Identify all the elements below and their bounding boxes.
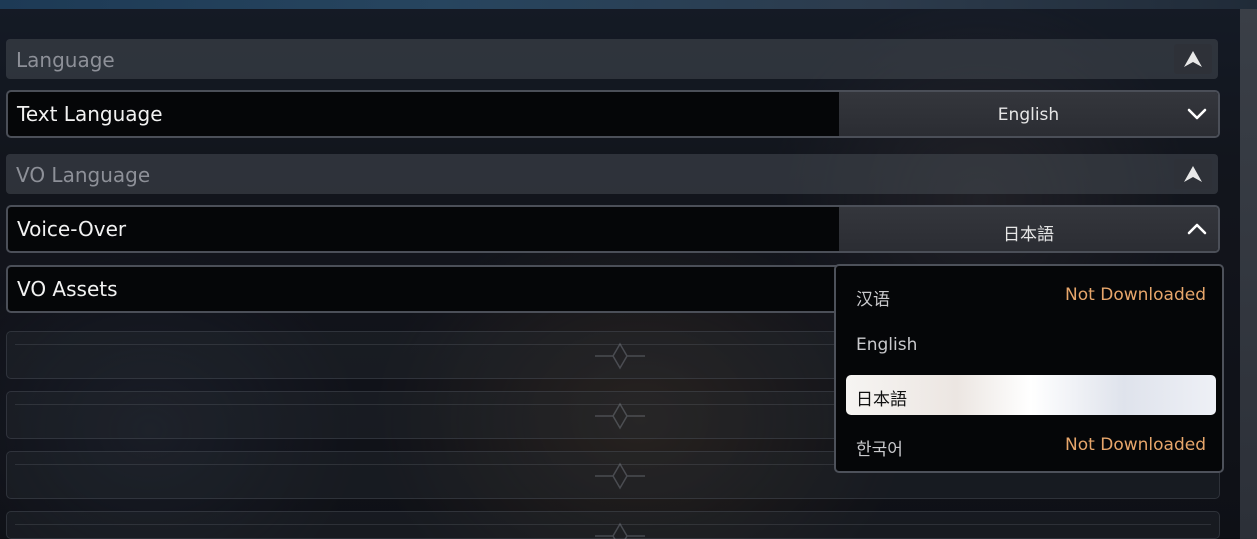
menu-option-english[interactable]: English <box>846 325 1216 365</box>
section-header-vo-language: VO Language <box>6 154 1218 194</box>
menu-option-chinese[interactable]: 汉语 Not Downloaded <box>846 275 1216 315</box>
setting-label: Text Language <box>17 102 163 126</box>
dropdown-value: 日本語 <box>1003 225 1054 245</box>
download-status: Not Downloaded <box>1065 285 1206 305</box>
collapse-arrow-icon <box>1184 51 1202 67</box>
setting-row-text-language: Text Language English <box>6 90 1220 138</box>
diamond-ornament-icon <box>595 462 645 490</box>
section-header-language: Language <box>6 39 1218 79</box>
diamond-ornament-icon <box>595 342 645 370</box>
collapse-button[interactable] <box>1174 159 1212 189</box>
voice-over-dropdown-menu: 汉语 Not Downloaded English 日本語 한국어 Not Do… <box>834 264 1224 473</box>
setting-label: Voice-Over <box>17 217 127 241</box>
chevron-up-icon <box>1187 223 1207 235</box>
diamond-ornament-icon <box>595 522 645 539</box>
download-status: Not Downloaded <box>1065 435 1206 455</box>
voice-over-dropdown[interactable]: 日本語 <box>839 207 1218 251</box>
scrollbar-track[interactable] <box>1240 9 1257 539</box>
option-label: 汉语 <box>856 290 890 310</box>
collapse-button[interactable] <box>1174 44 1212 74</box>
option-label: 한국어 <box>856 440 903 460</box>
setting-row-voice-over: Voice-Over 日本語 <box>6 205 1220 253</box>
diamond-ornament-icon <box>595 402 645 430</box>
section-title: Language <box>16 48 115 72</box>
option-label: 日本語 <box>856 390 907 410</box>
menu-option-korean[interactable]: 한국어 Not Downloaded <box>846 425 1216 465</box>
section-title: VO Language <box>16 163 151 187</box>
dropdown-value: English <box>997 105 1060 125</box>
collapse-arrow-icon <box>1184 166 1202 182</box>
faded-row <box>6 511 1220 539</box>
setting-label: VO Assets <box>17 277 118 301</box>
chevron-down-icon <box>1187 108 1207 120</box>
menu-option-japanese[interactable]: 日本語 <box>846 375 1216 415</box>
top-backdrop-band <box>0 0 1257 9</box>
option-label: English <box>856 335 918 355</box>
text-language-dropdown[interactable]: English <box>839 92 1218 136</box>
